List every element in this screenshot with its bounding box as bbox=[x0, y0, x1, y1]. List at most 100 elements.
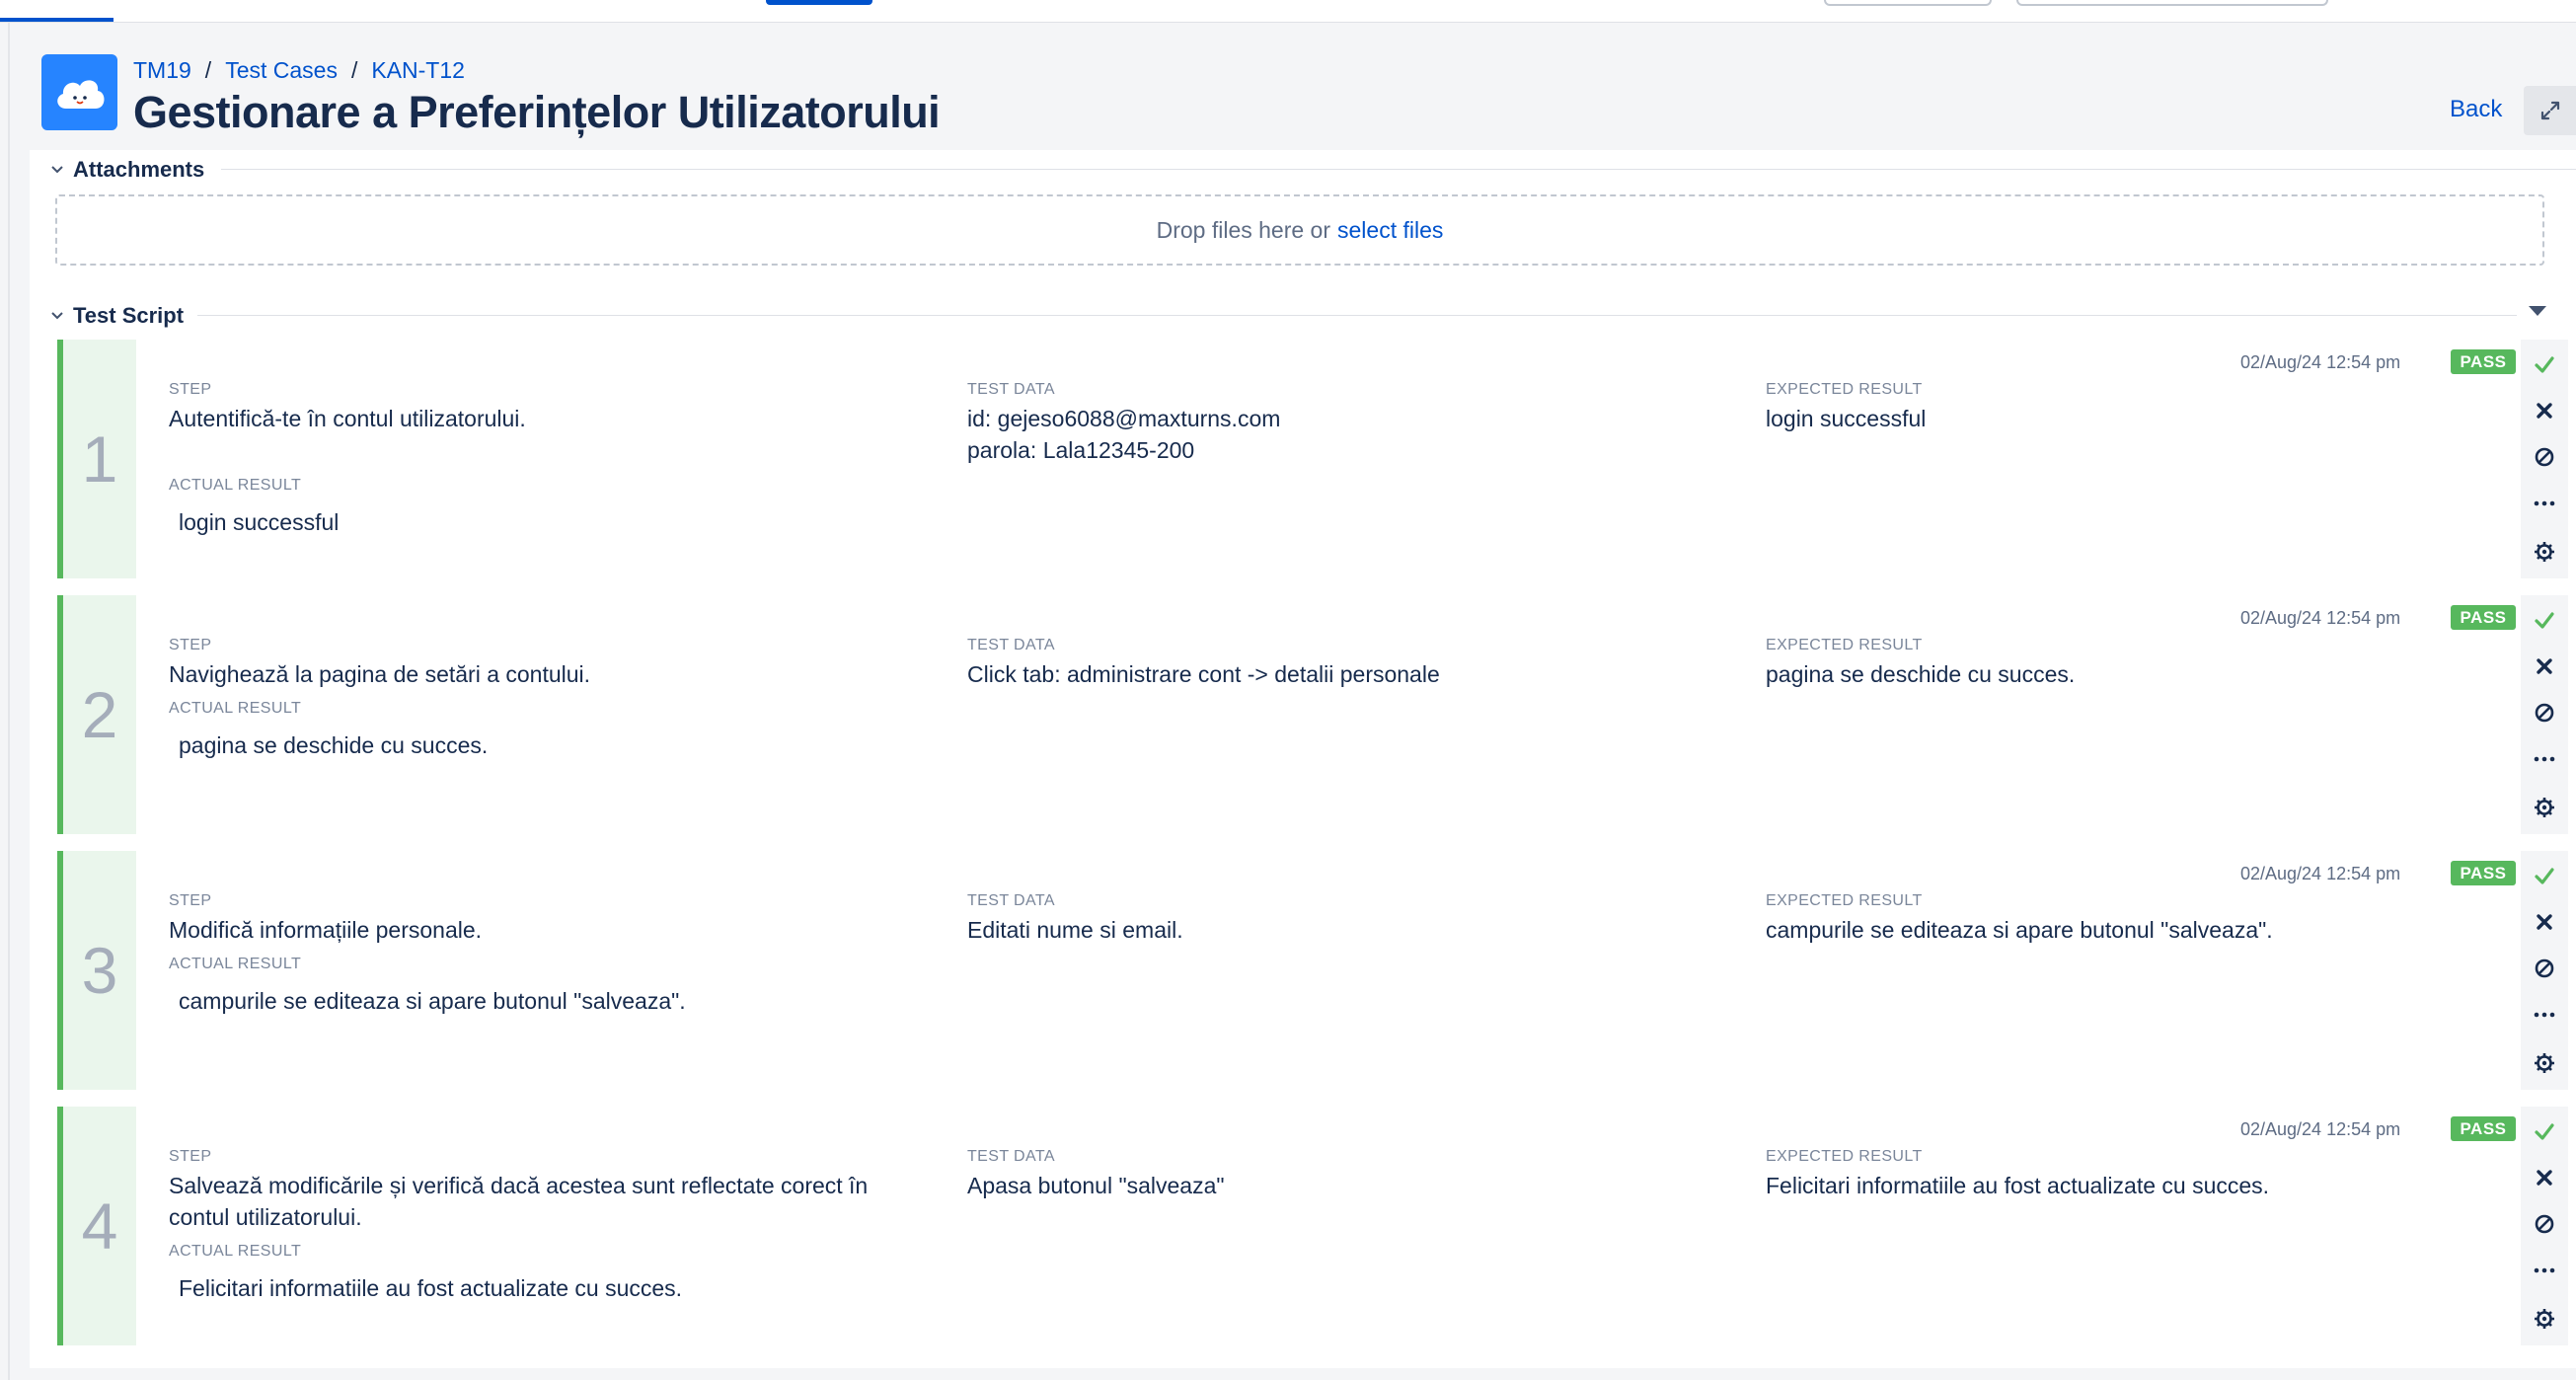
pass-status-badge: PASS bbox=[2451, 1116, 2516, 1141]
settings-icon bbox=[2535, 542, 2554, 562]
step-action-bar bbox=[2521, 595, 2568, 834]
mark-pass-button[interactable] bbox=[2521, 1112, 2568, 1151]
mark-pass-button[interactable] bbox=[2521, 856, 2568, 895]
test-data-label: TEST DATA bbox=[967, 1148, 1055, 1165]
more-options-button[interactable] bbox=[2521, 484, 2568, 523]
mark-blocked-button[interactable] bbox=[2521, 1204, 2568, 1244]
attachments-title: Attachments bbox=[73, 157, 205, 182]
step-settings-button[interactable] bbox=[2521, 788, 2568, 827]
mark-fail-button[interactable] bbox=[2521, 902, 2568, 942]
step-column: STEP Navighează la pagina de setări a co… bbox=[169, 637, 939, 690]
pass-status-badge: PASS bbox=[2451, 861, 2516, 885]
step-settings-button[interactable] bbox=[2521, 532, 2568, 572]
expected-result-label: EXPECTED RESULT bbox=[1766, 1148, 1923, 1165]
expected-result-value[interactable]: login successful bbox=[1766, 403, 2220, 434]
test-case-content: Attachments Drop files here or select fi… bbox=[30, 150, 2576, 1368]
actual-result-value[interactable]: login successful bbox=[169, 506, 939, 538]
primary-button-edge[interactable] bbox=[766, 0, 872, 5]
mark-fail-button[interactable] bbox=[2521, 647, 2568, 686]
mark-blocked-button[interactable] bbox=[2521, 949, 2568, 988]
test-data-value[interactable]: id: gejeso6088@maxturns.com parola: Lala… bbox=[967, 403, 1737, 466]
more-options-button[interactable] bbox=[2521, 739, 2568, 779]
back-link[interactable]: Back bbox=[2450, 96, 2502, 123]
pass-status-badge: PASS bbox=[2451, 605, 2516, 630]
expected-result-column: EXPECTED RESULT Felicitari informatiile … bbox=[1766, 1148, 2358, 1201]
cross-icon bbox=[2537, 658, 2552, 674]
test-data-value[interactable]: Apasa butonul "salveaza" bbox=[967, 1170, 1737, 1201]
step-action-bar bbox=[2521, 851, 2568, 1090]
more-options-button[interactable] bbox=[2521, 995, 2568, 1035]
execution-timestamp: 02/Aug/24 12:54 pm bbox=[2240, 1119, 2401, 1139]
test-data-column: TEST DATA Editati nume si email. bbox=[967, 892, 1737, 946]
mark-blocked-button[interactable] bbox=[2521, 437, 2568, 477]
expand-icon bbox=[2540, 101, 2559, 120]
project-cloud-logo-icon bbox=[41, 54, 117, 130]
more-icon bbox=[2534, 1012, 2555, 1018]
blocked-icon bbox=[2535, 447, 2554, 467]
expected-result-value[interactable]: Felicitari informatiile au fost actualiz… bbox=[1766, 1170, 2358, 1201]
expected-result-label: EXPECTED RESULT bbox=[1766, 381, 1923, 398]
chevron-down-icon bbox=[51, 312, 63, 320]
mark-pass-button[interactable] bbox=[2521, 345, 2568, 384]
step-settings-button[interactable] bbox=[2521, 1043, 2568, 1083]
step-column: STEP Autentifică-te în contul utilizator… bbox=[169, 381, 939, 434]
test-data-label: TEST DATA bbox=[967, 381, 1055, 398]
breadcrumb-issue-key[interactable]: KAN-T12 bbox=[371, 57, 465, 84]
step-description[interactable]: Navighează la pagina de setări a contulu… bbox=[169, 658, 939, 690]
test-data-label: TEST DATA bbox=[967, 637, 1055, 653]
expected-result-column: EXPECTED RESULT pagina se deschide cu su… bbox=[1766, 637, 2220, 690]
expected-result-column: EXPECTED RESULT login successful bbox=[1766, 381, 2220, 434]
settings-icon bbox=[2535, 1309, 2554, 1329]
toolbar-dropdown-edge[interactable] bbox=[2016, 0, 2328, 6]
pass-status-badge: PASS bbox=[2451, 349, 2516, 374]
mark-pass-button[interactable] bbox=[2521, 600, 2568, 640]
execution-timestamp: 02/Aug/24 12:54 pm bbox=[2240, 352, 2401, 372]
actual-result-label: ACTUAL RESULT bbox=[169, 1243, 302, 1260]
step-description[interactable]: Salvează modificările și verifică dacă a… bbox=[169, 1170, 939, 1233]
test-step: 3 STEP Modifică informațiile personale. … bbox=[57, 851, 2568, 1090]
mark-fail-button[interactable] bbox=[2521, 1158, 2568, 1197]
test-data-value[interactable]: Editati nume si email. bbox=[967, 914, 1737, 946]
more-icon bbox=[2534, 500, 2555, 506]
test-data-column: TEST DATA Apasa butonul "salveaza" bbox=[967, 1148, 1737, 1201]
step-settings-button[interactable] bbox=[2521, 1299, 2568, 1339]
attachments-dropzone[interactable]: Drop files here or select files bbox=[55, 194, 2544, 266]
actual-result-label: ACTUAL RESULT bbox=[169, 956, 302, 972]
breadcrumb: TM19 / Test Cases / KAN-T12 bbox=[133, 57, 465, 84]
mark-fail-button[interactable] bbox=[2521, 391, 2568, 430]
dropzone-text: Drop files here or bbox=[1156, 216, 1331, 243]
mark-blocked-button[interactable] bbox=[2521, 693, 2568, 732]
more-options-button[interactable] bbox=[2521, 1251, 2568, 1290]
check-icon bbox=[2535, 868, 2554, 884]
test-script-section-header[interactable]: Test Script bbox=[49, 303, 184, 329]
test-data-value[interactable]: Click tab: administrare cont -> detalii … bbox=[967, 658, 1737, 690]
step-description[interactable]: Modifică informațiile personale. bbox=[169, 914, 939, 946]
select-files-link[interactable]: select files bbox=[1337, 217, 1443, 244]
step-label: STEP bbox=[169, 1148, 212, 1165]
attachments-section-header[interactable]: Attachments bbox=[49, 157, 204, 183]
expected-result-label: EXPECTED RESULT bbox=[1766, 892, 1923, 909]
expected-result-value[interactable]: campurile se editeaza si apare butonul "… bbox=[1766, 914, 2358, 946]
step-number: 1 bbox=[63, 340, 136, 578]
step-label: STEP bbox=[169, 637, 212, 653]
actual-result-value[interactable]: pagina se deschide cu succes. bbox=[169, 729, 939, 761]
blocked-icon bbox=[2535, 1214, 2554, 1234]
step-number: 3 bbox=[63, 851, 136, 1090]
more-icon bbox=[2534, 756, 2555, 762]
step-description[interactable]: Autentifică-te în contul utilizatorului. bbox=[169, 403, 939, 434]
test-step: 4 STEP Salvează modificările și verifică… bbox=[57, 1107, 2568, 1345]
expand-button[interactable] bbox=[2524, 86, 2576, 135]
left-divider bbox=[8, 23, 10, 1380]
caret-down-icon[interactable] bbox=[2529, 306, 2546, 316]
toolbar-button-edge[interactable] bbox=[1824, 0, 1992, 6]
step-label: STEP bbox=[169, 381, 212, 398]
top-navigation-strip bbox=[0, 0, 2576, 23]
check-icon bbox=[2535, 356, 2554, 373]
actual-result-value[interactable]: campurile se editeaza si apare butonul "… bbox=[169, 985, 939, 1017]
actual-result-value[interactable]: Felicitari informatiile au fost actualiz… bbox=[169, 1272, 939, 1304]
blocked-icon bbox=[2535, 703, 2554, 723]
expected-result-value[interactable]: pagina se deschide cu succes. bbox=[1766, 658, 2220, 690]
breadcrumb-project[interactable]: TM19 bbox=[133, 57, 191, 84]
chevron-down-icon bbox=[51, 166, 63, 174]
breadcrumb-test-cases[interactable]: Test Cases bbox=[225, 57, 338, 84]
